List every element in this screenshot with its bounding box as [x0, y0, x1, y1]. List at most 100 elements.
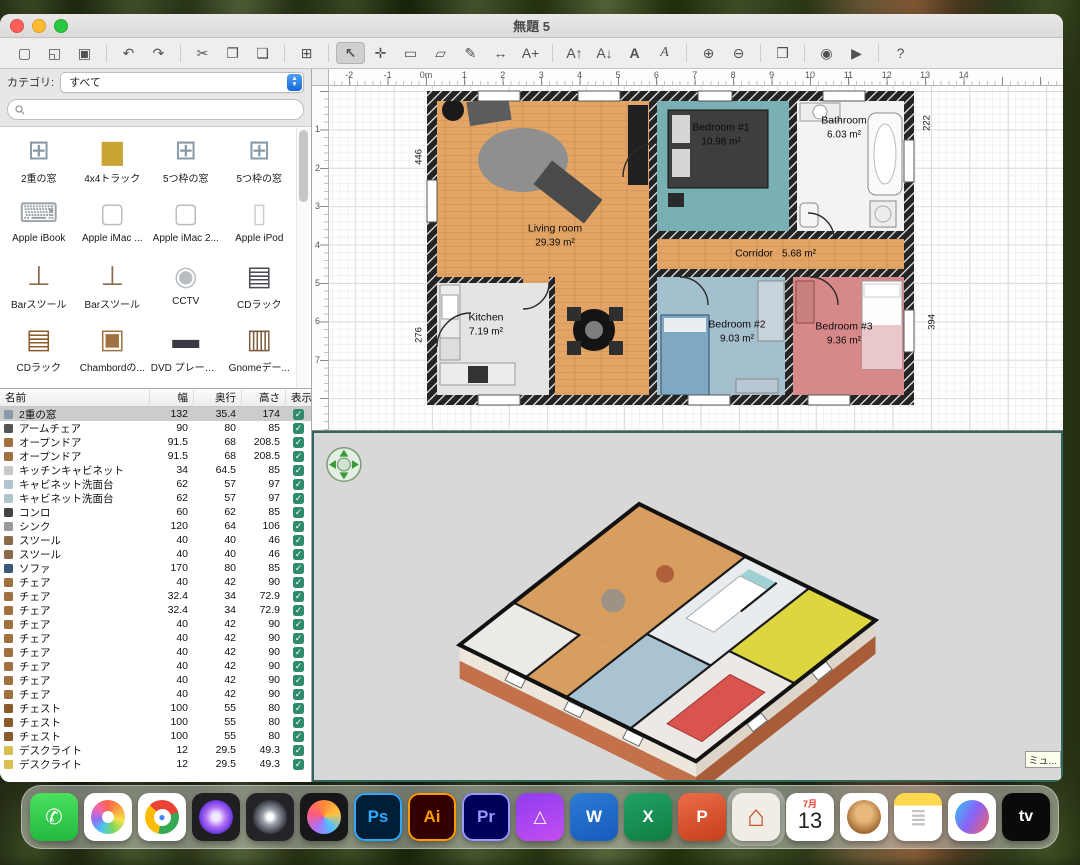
- catalog-item[interactable]: ▣ Chambordの...: [77, 319, 149, 382]
- open-plan-button[interactable]: ◱: [40, 42, 69, 64]
- visible-checkbox[interactable]: ✓: [293, 507, 304, 518]
- visible-checkbox[interactable]: ✓: [293, 619, 304, 630]
- dock-item-excel[interactable]: X: [624, 793, 672, 841]
- catalog-item[interactable]: ⊞ 5つ枠の窓: [150, 130, 222, 193]
- furniture-row[interactable]: チェア 40 42 90 ✓: [0, 673, 311, 687]
- create-walls-button[interactable]: ▭: [396, 42, 425, 64]
- furniture-row[interactable]: キャビネット洗面台 62 57 97 ✓: [0, 477, 311, 491]
- catalog-item[interactable]: ◉ CCTV: [150, 256, 222, 319]
- furniture-row[interactable]: チェア 40 42 90 ✓: [0, 631, 311, 645]
- visible-checkbox[interactable]: ✓: [293, 451, 304, 462]
- close-button[interactable]: [10, 19, 24, 33]
- dock-item-notes[interactable]: ≣: [894, 793, 942, 841]
- redo-button[interactable]: ↷: [144, 42, 173, 64]
- furniture-row[interactable]: シンク 120 64 106 ✓: [0, 519, 311, 533]
- furniture-row[interactable]: チェア 32.4 34 72.9 ✓: [0, 603, 311, 617]
- catalog-item[interactable]: ▆ 4x4トラック: [77, 130, 149, 193]
- visible-checkbox[interactable]: ✓: [293, 647, 304, 658]
- column-width[interactable]: 幅: [150, 390, 194, 405]
- visible-checkbox[interactable]: ✓: [293, 577, 304, 588]
- dock-item-freeform[interactable]: [948, 793, 996, 841]
- decrease-text-size-button[interactable]: A↓: [590, 42, 619, 64]
- cut-button[interactable]: ✂: [188, 42, 217, 64]
- visible-checkbox[interactable]: ✓: [293, 591, 304, 602]
- visible-checkbox[interactable]: ✓: [293, 465, 304, 476]
- dock-item-affinity[interactable]: △: [516, 793, 564, 841]
- furniture-row[interactable]: チェア 40 42 90 ✓: [0, 617, 311, 631]
- furniture-row[interactable]: デスクライト 12 29.5 49.3 ✓: [0, 743, 311, 757]
- dock-item-premiere-pro[interactable]: Pr: [462, 793, 510, 841]
- visible-checkbox[interactable]: ✓: [293, 521, 304, 532]
- visible-checkbox[interactable]: ✓: [293, 479, 304, 490]
- help-button[interactable]: ?: [886, 42, 915, 64]
- pan-tool-button[interactable]: ✛: [366, 42, 395, 64]
- visible-checkbox[interactable]: ✓: [293, 717, 304, 728]
- catalog-item[interactable]: ▬ DVD プレーヤ...: [150, 319, 222, 382]
- add-furniture-button[interactable]: ⊞: [292, 42, 321, 64]
- catalog-item[interactable]: ▢ Apple iMac 2...: [150, 193, 222, 256]
- visible-checkbox[interactable]: ✓: [293, 563, 304, 574]
- furniture-row[interactable]: キャビネット洗面台 62 57 97 ✓: [0, 491, 311, 505]
- toggle-bold-button[interactable]: A: [620, 42, 649, 64]
- save-plan-button[interactable]: ▣: [70, 42, 99, 64]
- visible-checkbox[interactable]: ✓: [293, 437, 304, 448]
- furniture-row[interactable]: チェア 40 42 90 ✓: [0, 659, 311, 673]
- catalog-item[interactable]: ⊥ Barスツール: [3, 256, 75, 319]
- catalog-item[interactable]: ▯ Apple iPod: [224, 193, 296, 256]
- catalog-item[interactable]: ▤ CDラック: [3, 319, 75, 382]
- visible-checkbox[interactable]: ✓: [293, 549, 304, 560]
- search-input[interactable]: [7, 99, 304, 120]
- zoom-in-button[interactable]: ⊕: [694, 42, 723, 64]
- create-rooms-button[interactable]: ▱: [426, 42, 455, 64]
- visible-checkbox[interactable]: ✓: [293, 675, 304, 686]
- view-3d[interactable]: ミュ...: [312, 431, 1063, 782]
- dock-item-illustrator[interactable]: Ai: [408, 793, 456, 841]
- visible-checkbox[interactable]: ✓: [293, 605, 304, 616]
- dock-item-facetime[interactable]: ✆: [30, 793, 78, 841]
- furniture-row[interactable]: チェア 40 42 90 ✓: [0, 575, 311, 589]
- plan-view-2d[interactable]: -2-10m1234567891011121314 1234567: [312, 69, 1063, 431]
- furniture-row[interactable]: ソファ 170 80 85 ✓: [0, 561, 311, 575]
- copy-button[interactable]: ❐: [218, 42, 247, 64]
- visible-checkbox[interactable]: ✓: [293, 689, 304, 700]
- furniture-row[interactable]: チェア 32.4 34 72.9 ✓: [0, 589, 311, 603]
- create-photo-button[interactable]: ◉: [812, 42, 841, 64]
- add-text-button[interactable]: A+: [516, 42, 545, 64]
- furniture-row[interactable]: 2重の窓 132 35.4 174 ✓: [0, 407, 311, 421]
- plan-canvas[interactable]: Living room29.39 m² Bedroom #110.98 m² B…: [328, 85, 1063, 430]
- dock-item-apple-tv[interactable]: tv: [1002, 793, 1050, 841]
- catalog-item[interactable]: ▤ CDラック: [224, 256, 296, 319]
- dock-item-powerpoint[interactable]: P: [678, 793, 726, 841]
- create-polylines-button[interactable]: ✎: [456, 42, 485, 64]
- catalog-item[interactable]: ⌨ Apple iBook: [3, 193, 75, 256]
- detach-view-button[interactable]: ❒: [768, 42, 797, 64]
- furniture-row[interactable]: オープンドア 91.5 68 208.5 ✓: [0, 449, 311, 463]
- dock-item-photoshop[interactable]: Ps: [354, 793, 402, 841]
- dock-item-sweet-home-3d[interactable]: ⌂: [732, 793, 780, 841]
- visible-checkbox[interactable]: ✓: [293, 661, 304, 672]
- furniture-row[interactable]: キッチンキャビネット 34 64.5 85 ✓: [0, 463, 311, 477]
- catalog-item[interactable]: ⊥ Barスツール: [77, 256, 149, 319]
- furniture-list-header[interactable]: 名前 幅 奥行 高さ 表示: [0, 389, 311, 407]
- furniture-row[interactable]: アームチェア 90 80 85 ✓: [0, 421, 311, 435]
- dock-item-contacts[interactable]: [840, 793, 888, 841]
- catalog-scrollbar[interactable]: [296, 128, 310, 387]
- column-depth[interactable]: 奥行: [194, 390, 242, 405]
- select-tool-button[interactable]: ↖: [336, 42, 365, 64]
- furniture-row[interactable]: コンロ 60 62 85 ✓: [0, 505, 311, 519]
- visible-checkbox[interactable]: ✓: [293, 731, 304, 742]
- increase-text-size-button[interactable]: A↑: [560, 42, 589, 64]
- furniture-row[interactable]: オープンドア 91.5 68 208.5 ✓: [0, 435, 311, 449]
- catalog-item[interactable]: ⊞ 5つ枠の窓: [224, 130, 296, 193]
- zoom-button[interactable]: [54, 19, 68, 33]
- dock-item-chrome[interactable]: ●: [138, 793, 186, 841]
- visible-checkbox[interactable]: ✓: [293, 409, 304, 420]
- visible-checkbox[interactable]: ✓: [293, 633, 304, 644]
- paste-button[interactable]: ❏: [248, 42, 277, 64]
- furniture-row[interactable]: チェア 40 42 90 ✓: [0, 687, 311, 701]
- visible-checkbox[interactable]: ✓: [293, 493, 304, 504]
- furniture-row[interactable]: チェア 40 42 90 ✓: [0, 645, 311, 659]
- dock-item-davinci-resolve[interactable]: [300, 793, 348, 841]
- furniture-row[interactable]: チェスト 100 55 80 ✓: [0, 729, 311, 743]
- category-select[interactable]: すべて ▲▼: [60, 72, 304, 93]
